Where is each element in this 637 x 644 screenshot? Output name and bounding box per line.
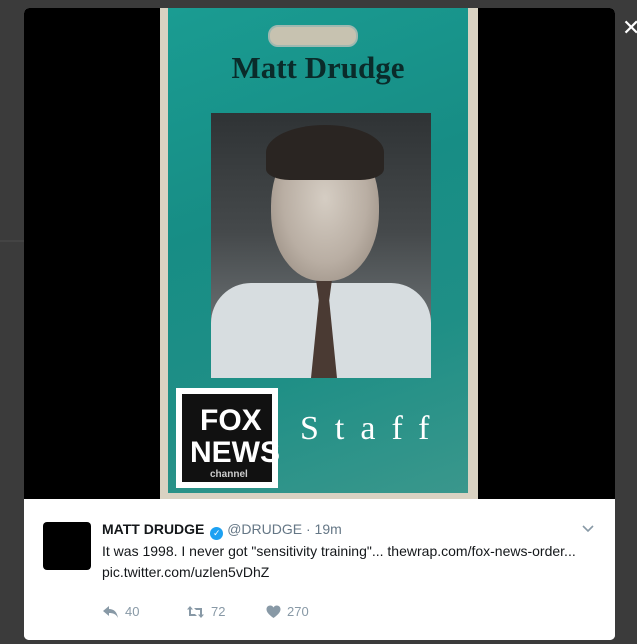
logo-text-fox: FOX (200, 404, 262, 437)
like-button[interactable]: 270 (266, 602, 309, 622)
tweet-media[interactable]: Matt Drudge FOX NEWS channel Staff (24, 8, 615, 499)
chevron-down-icon (582, 525, 594, 533)
retweet-button[interactable]: 72 (186, 602, 225, 622)
heart-icon (266, 605, 281, 618)
tweet-body: It was 1998. I never got "sensitivity tr… (102, 543, 384, 559)
time-separator: · (305, 521, 311, 537)
media-modal: Matt Drudge FOX NEWS channel Staff MATT … (24, 8, 615, 640)
id-badge-photo: Matt Drudge FOX NEWS channel Staff (160, 8, 478, 499)
close-icon: ✕ (622, 15, 637, 40)
close-button[interactable]: ✕ (622, 16, 637, 40)
verified-icon: ✓ (210, 527, 224, 540)
reply-icon (103, 606, 118, 618)
more-options-button[interactable] (581, 521, 599, 535)
like-count: 270 (287, 604, 309, 619)
article-link[interactable]: thewrap.com/fox-news-order... (387, 543, 575, 559)
logo-text-channel: channel (210, 469, 248, 480)
user-handle[interactable]: @DRUDGE (227, 521, 302, 537)
retweet-count: 72 (211, 604, 226, 619)
reply-count: 40 (125, 604, 140, 619)
backdrop-divider (0, 240, 24, 242)
display-name[interactable]: MATT DRUDGE (102, 521, 204, 537)
reply-button[interactable]: 40 (102, 602, 139, 622)
portrait-photo (211, 113, 431, 378)
tweet-timestamp[interactable]: 19m (315, 521, 342, 537)
badge-card: Matt Drudge FOX NEWS channel Staff (168, 8, 468, 493)
tweet-text: It was 1998. I never got "sensitivity tr… (102, 541, 602, 583)
portrait-hair (266, 125, 384, 180)
badge-slot (268, 25, 358, 47)
retweet-icon (187, 606, 204, 618)
tweet-header: MATT DRUDGE ✓ @DRUDGE · 19m (102, 520, 582, 540)
tweet-card: MATT DRUDGE ✓ @DRUDGE · 19m It was 1998.… (24, 499, 615, 640)
fox-news-logo: FOX NEWS channel (176, 388, 280, 488)
badge-staff-label: Staff (300, 410, 446, 447)
badge-name: Matt Drudge (231, 50, 405, 85)
avatar[interactable] (43, 522, 91, 570)
pic-link[interactable]: pic.twitter.com/uzlen5vDhZ (102, 564, 269, 580)
logo-text-news: NEWS (190, 436, 280, 469)
